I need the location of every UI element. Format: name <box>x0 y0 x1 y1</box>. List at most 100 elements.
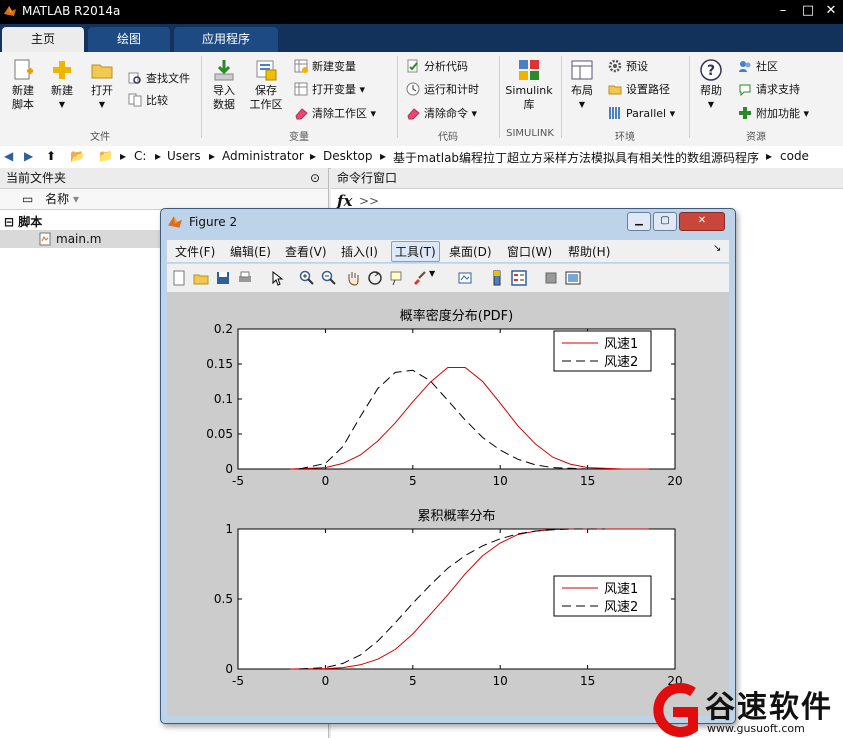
rotate-3d-icon[interactable] <box>367 270 383 286</box>
menu-window[interactable]: 窗口(W) <box>507 243 552 260</box>
new-script-button[interactable]: 新建 脚本 <box>6 58 40 112</box>
breadcrumb-part[interactable]: 基于matlab编程拉丁超立方采样方法模拟具有相关性的数组源码程序 <box>393 149 759 166</box>
legend-icon[interactable] <box>511 270 527 286</box>
clear-commands-icon <box>407 108 420 120</box>
set-path-button[interactable]: 设置路径 <box>608 81 670 99</box>
menu-file[interactable]: 文件(F) <box>175 243 215 260</box>
ribbon-separator <box>201 56 202 138</box>
hide-plot-tools-icon[interactable] <box>543 270 559 286</box>
up-folder-icon[interactable]: ⬆ <box>46 149 56 163</box>
layout-button[interactable]: 布局 ▼ <box>566 58 598 112</box>
breadcrumb-part[interactable]: Desktop <box>323 149 373 163</box>
addons-button[interactable]: 附加功能 ▾ <box>738 105 809 123</box>
dock-icon[interactable]: ↘ <box>713 243 721 254</box>
current-folder-header: 当前文件夹 ⊙ <box>0 168 328 189</box>
new-figure-icon[interactable] <box>171 270 187 286</box>
parallel-label: Parallel <box>626 107 667 120</box>
figure-close-button[interactable]: ✕ <box>679 212 725 231</box>
save-icon[interactable] <box>215 270 231 286</box>
clear-commands-button[interactable]: 清除命令 ▾ <box>406 105 477 123</box>
breadcrumb-part[interactable]: Administrator <box>222 149 304 163</box>
x-tick-label: 5 <box>409 474 417 488</box>
figure-maximize-button[interactable]: ▢ <box>653 212 677 231</box>
open-file-icon[interactable] <box>193 270 209 286</box>
run-time-button[interactable]: 运行和计时 <box>406 81 479 99</box>
back-icon[interactable]: ◀ <box>4 149 13 163</box>
close-button[interactable]: ✕ <box>820 3 842 19</box>
tab-apps[interactable]: 应用程序 <box>174 27 278 52</box>
menu-insert[interactable]: 插入(I) <box>341 243 378 260</box>
zoom-in-icon[interactable] <box>299 270 315 286</box>
address-bar[interactable]: ◀ ▶ ⬆ 📂 📁 ▸ C: ▸ Users ▸ Administrator ▸… <box>0 146 843 169</box>
show-plot-tools-icon[interactable] <box>565 270 581 286</box>
y-tick-label: 0.15 <box>206 357 233 371</box>
menu-desktop[interactable]: 桌面(D) <box>449 243 492 260</box>
collapse-icon[interactable]: ⊟ <box>4 215 14 229</box>
data-cursor-icon[interactable] <box>389 270 405 286</box>
preferences-button[interactable]: 预设 <box>608 58 648 76</box>
community-label: 社区 <box>756 60 778 73</box>
clear-workspace-label: 清除工作区 <box>312 107 367 120</box>
minimize-button[interactable]: – <box>772 3 794 19</box>
menu-view[interactable]: 查看(V) <box>285 243 327 260</box>
tab-home[interactable]: 主页 <box>2 27 84 52</box>
figure-minimize-button[interactable]: ▁ <box>627 212 651 231</box>
file-name: main.m <box>56 232 102 246</box>
open-button[interactable]: 打开 ▼ <box>86 58 118 112</box>
x-tick-label: 10 <box>493 474 508 488</box>
sort-icon: ▾ <box>73 192 80 206</box>
save-workspace-button[interactable]: 保存 工作区 <box>246 58 286 112</box>
breadcrumb-part[interactable]: code <box>780 149 809 163</box>
figure-window: Figure 2 ▁ ▢ ✕ 文件(F) 编辑(E) 查看(V) 插入(I) 工… <box>160 208 736 724</box>
pointer-icon[interactable] <box>269 270 285 286</box>
compare-icon <box>128 93 142 107</box>
community-button[interactable]: 社区 <box>738 58 778 76</box>
ribbon-separator <box>499 56 500 138</box>
menu-tools[interactable]: 工具(T) <box>391 241 440 262</box>
brush-icon[interactable] <box>411 270 427 286</box>
column-header[interactable]: ▭ 名称 ▾ <box>0 189 328 210</box>
group-simulink-label: SIMULINK <box>506 128 554 139</box>
addons-label: 附加功能 <box>756 107 800 120</box>
help-button[interactable]: ? 帮助 ▼ <box>694 58 728 112</box>
clear-workspace-button[interactable]: 清除工作区 ▾ <box>294 105 376 123</box>
breadcrumb-separator: ▸ <box>209 149 216 163</box>
breadcrumb-separator: ▸ <box>380 149 387 163</box>
plus-icon <box>53 61 71 79</box>
new-button[interactable]: 新建 ▼ <box>46 58 78 112</box>
forward-icon[interactable]: ▶ <box>24 149 33 163</box>
x-tick-label: 15 <box>580 474 595 488</box>
breadcrumb-separator: ▸ <box>155 149 162 163</box>
brush-dropdown-icon[interactable]: ▼ <box>429 269 445 285</box>
import-data-button[interactable]: 导入 数据 <box>206 58 242 112</box>
new-script-icon <box>14 59 33 80</box>
parallel-button[interactable]: Parallel ▾ <box>608 105 675 123</box>
panel-menu-icon[interactable]: ⊙ <box>310 168 320 188</box>
figure-title: Figure 2 <box>189 215 238 229</box>
print-icon[interactable] <box>237 270 253 286</box>
new-variable-button[interactable]: 新建变量 <box>294 58 356 76</box>
zoom-out-icon[interactable] <box>321 270 337 286</box>
menu-help[interactable]: 帮助(H) <box>568 243 610 260</box>
command-prompt: >> <box>359 194 380 208</box>
browse-folder-icon[interactable]: 📂 <box>70 149 85 163</box>
analyze-code-button[interactable]: 分析代码 <box>406 58 468 76</box>
maximize-button[interactable]: □ <box>797 3 819 19</box>
colorbar-icon[interactable] <box>489 270 505 286</box>
menu-edit[interactable]: 编辑(E) <box>230 243 271 260</box>
link-plot-icon[interactable] <box>457 270 473 286</box>
legend-label-2: 风速2 <box>604 600 638 615</box>
group-file-label: 文件 <box>90 132 110 143</box>
simulink-library-button[interactable]: Simulink 库 <box>504 58 554 112</box>
find-files-button[interactable]: 查找文件 <box>128 70 190 88</box>
pan-hand-icon[interactable] <box>345 270 361 286</box>
ribbon-separator <box>397 56 398 138</box>
request-support-label: 请求支持 <box>756 83 800 96</box>
request-support-button[interactable]: 请求支持 <box>738 81 800 99</box>
tab-plots[interactable]: 绘图 <box>88 27 170 52</box>
open-variable-button[interactable]: 打开变量 ▾ <box>294 81 365 99</box>
breadcrumb-part[interactable]: Users <box>167 149 201 163</box>
breadcrumb-part[interactable]: C: <box>134 149 146 163</box>
folder-group[interactable]: ⊟ 脚本 <box>4 213 42 230</box>
compare-button[interactable]: 比较 <box>128 92 168 110</box>
